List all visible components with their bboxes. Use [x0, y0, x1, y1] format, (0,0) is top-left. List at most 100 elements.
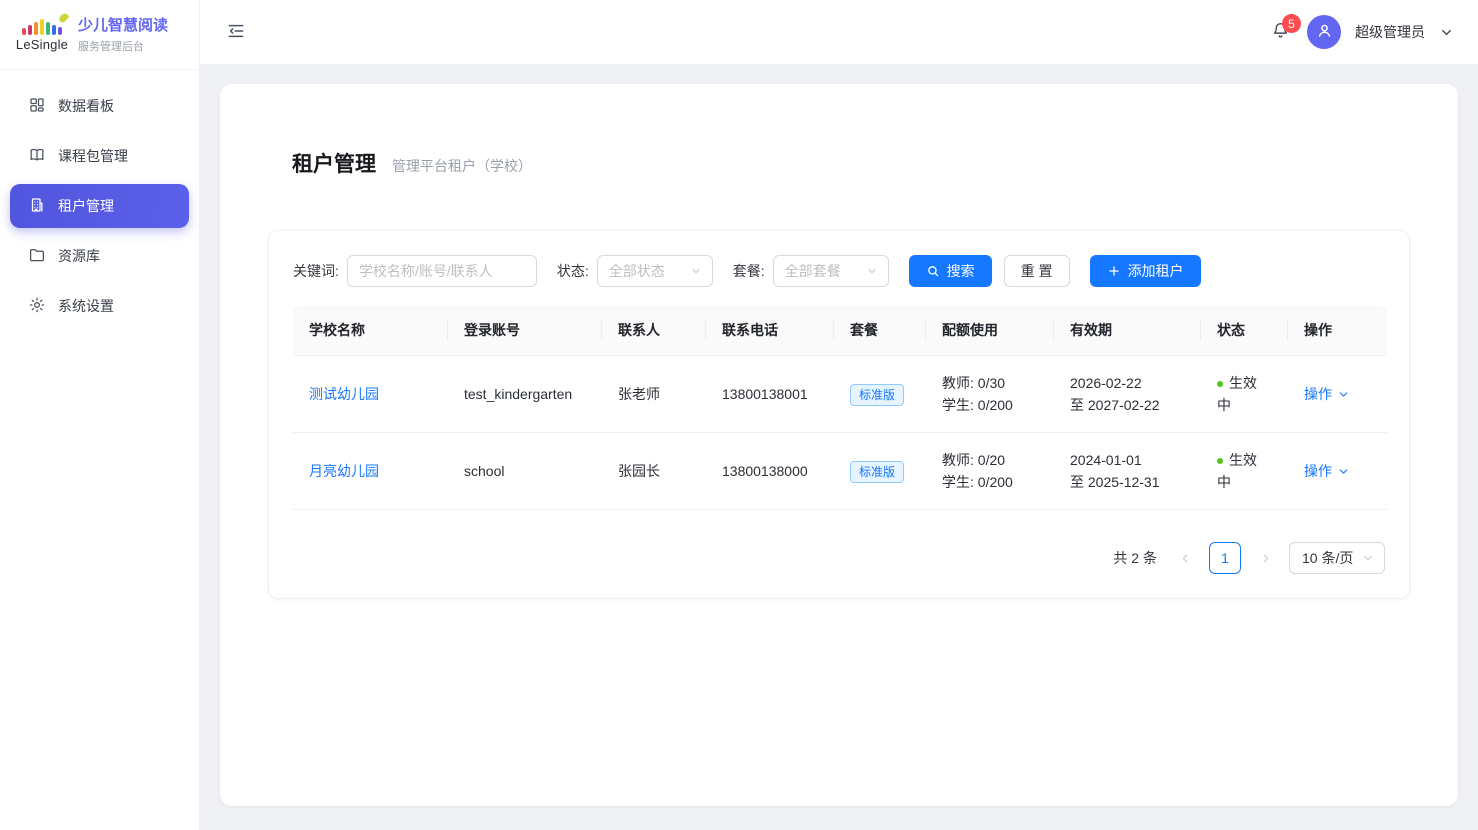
col-login-account: 登录账号	[448, 305, 602, 355]
school-name-link[interactable]: 月亮幼儿园	[309, 463, 379, 479]
plan-label: 套餐:	[733, 261, 765, 281]
sidebar-collapse-button[interactable]	[222, 18, 250, 46]
user-menu-chevron-down-icon[interactable]	[1439, 25, 1454, 40]
row-actions-label: 操作	[1304, 460, 1332, 482]
logo-bars-icon	[22, 17, 62, 35]
logo-wordmark: LeSingle	[16, 37, 68, 52]
lesingle-logo-icon: LeSingle	[16, 17, 68, 52]
pagination-next-button[interactable]	[1251, 542, 1279, 574]
avatar[interactable]	[1307, 15, 1341, 49]
table-row: 月亮幼儿园 school 张园长 13800138000 标准版 教师: 0/2…	[293, 433, 1387, 510]
page-subtitle: 管理平台租户（学校）	[392, 156, 532, 176]
quota-cell: 教师: 0/20 学生: 0/200	[926, 433, 1054, 510]
reset-button-label: 重 置	[1021, 261, 1053, 281]
sidebar-item-settings[interactable]: 系统设置	[10, 284, 189, 328]
topbar-right: 5 超级管理员	[1267, 15, 1454, 49]
pagination-page-1[interactable]: 1	[1209, 542, 1241, 574]
valid-from: 2024-01-01	[1070, 449, 1185, 471]
chevron-down-icon	[1362, 552, 1374, 564]
sidebar-item-resources[interactable]: 资源库	[10, 234, 189, 278]
row-actions-dropdown[interactable]: 操作	[1304, 460, 1350, 482]
col-validity: 有效期	[1054, 305, 1201, 355]
page-header: 租户管理 管理平台租户（学校）	[268, 84, 1410, 178]
contact-name: 张园长	[602, 433, 706, 510]
contact-phone: 13800138001	[706, 355, 834, 433]
content: 租户管理 管理平台租户（学校） 关键词: 状态: 全部状态 套	[200, 64, 1478, 830]
brand-title: 少儿智慧阅读	[78, 16, 168, 35]
page-title: 租户管理	[292, 148, 376, 178]
row-actions-dropdown[interactable]: 操作	[1304, 383, 1350, 405]
status-select[interactable]: 全部状态	[597, 255, 713, 287]
folder-icon	[28, 246, 46, 267]
status-green-dot-icon	[1217, 381, 1223, 387]
status-badge: 生效中	[1217, 452, 1257, 490]
current-user-name[interactable]: 超级管理员	[1355, 22, 1425, 42]
sidebar: LeSingle 少儿智慧阅读 服务管理后台 数据看板 课程包管理 租户管理	[0, 0, 200, 830]
keyword-input[interactable]	[347, 255, 537, 287]
sidebar-item-label: 课程包管理	[58, 146, 128, 166]
col-status: 状态	[1201, 305, 1288, 355]
contact-name: 张老师	[602, 355, 706, 433]
sidebar-item-course-packages[interactable]: 课程包管理	[10, 134, 189, 178]
quota-student: 学生: 0/200	[942, 394, 1038, 416]
grid-icon	[28, 96, 46, 117]
validity-cell: 2026-02-22 至 2027-02-22	[1054, 355, 1201, 433]
tenant-table: 学校名称 登录账号 联系人 联系电话 套餐 配额使用 有效期 状态 操作	[293, 305, 1387, 510]
school-name-link[interactable]: 测试幼儿园	[309, 386, 379, 402]
notification-badge: 5	[1282, 14, 1301, 33]
add-tenant-button-label: 添加租户	[1128, 261, 1184, 281]
row-actions-label: 操作	[1304, 383, 1332, 405]
sidebar-item-label: 数据看板	[58, 96, 114, 116]
status-cell: 生效中	[1201, 355, 1288, 433]
page-size-value: 10 条/页	[1302, 548, 1353, 568]
keyword-label: 关键词:	[293, 261, 339, 281]
search-button[interactable]: 搜索	[909, 255, 992, 287]
page-card: 租户管理 管理平台租户（学校） 关键词: 状态: 全部状态 套	[220, 84, 1458, 806]
notifications-button[interactable]: 5	[1267, 19, 1293, 45]
book-icon	[28, 146, 46, 167]
quota-student: 学生: 0/200	[942, 471, 1038, 493]
plus-icon	[1107, 264, 1121, 278]
login-account: school	[448, 433, 602, 510]
add-tenant-button[interactable]: 添加租户	[1090, 255, 1201, 287]
plan-select-value: 全部套餐	[785, 261, 841, 281]
sidebar-item-label: 资源库	[58, 246, 100, 266]
login-account: test_kindergarten	[448, 355, 602, 433]
status-green-dot-icon	[1217, 458, 1223, 464]
quota-teacher: 教师: 0/20	[942, 449, 1038, 471]
table-row: 测试幼儿园 test_kindergarten 张老师 13800138001 …	[293, 355, 1387, 433]
plan-badge: 标准版	[850, 461, 904, 483]
chevron-down-icon	[1337, 465, 1350, 478]
contact-phone: 13800138000	[706, 433, 834, 510]
pagination: 共 2 条 1 10 条/页	[293, 542, 1385, 574]
sidebar-item-label: 租户管理	[58, 196, 114, 216]
main-area: 5 超级管理员 租户管理 管理平台租户（学校） 关键词:	[200, 0, 1478, 830]
chevron-down-icon	[690, 265, 702, 277]
building-icon	[28, 196, 46, 217]
sidebar-item-dashboard[interactable]: 数据看板	[10, 84, 189, 128]
plan-select[interactable]: 全部套餐	[773, 255, 889, 287]
brand: LeSingle 少儿智慧阅读 服务管理后台	[0, 0, 199, 70]
search-icon	[926, 264, 940, 278]
user-icon	[1315, 21, 1334, 43]
quota-teacher: 教师: 0/30	[942, 372, 1038, 394]
col-quota: 配额使用	[926, 305, 1054, 355]
col-plan: 套餐	[834, 305, 926, 355]
gear-icon	[28, 296, 46, 317]
status-select-value: 全部状态	[609, 261, 665, 281]
status-badge: 生效中	[1217, 375, 1257, 413]
valid-to: 至 2027-02-22	[1070, 394, 1185, 416]
sidebar-item-tenants[interactable]: 租户管理	[10, 184, 189, 228]
col-contact: 联系人	[602, 305, 706, 355]
sidebar-menu: 数据看板 课程包管理 租户管理 资源库 系统设置	[0, 70, 199, 328]
menu-fold-icon	[226, 21, 246, 44]
chevron-down-icon	[866, 265, 878, 277]
pagination-total: 共 2 条	[1113, 548, 1157, 568]
status-cell: 生效中	[1201, 433, 1288, 510]
validity-cell: 2024-01-01 至 2025-12-31	[1054, 433, 1201, 510]
page-size-select[interactable]: 10 条/页	[1289, 542, 1385, 574]
reset-button[interactable]: 重 置	[1004, 255, 1070, 287]
col-actions: 操作	[1288, 305, 1387, 355]
filter-bar: 关键词: 状态: 全部状态 套餐: 全部套餐	[293, 255, 1385, 287]
pagination-prev-button[interactable]	[1171, 542, 1199, 574]
